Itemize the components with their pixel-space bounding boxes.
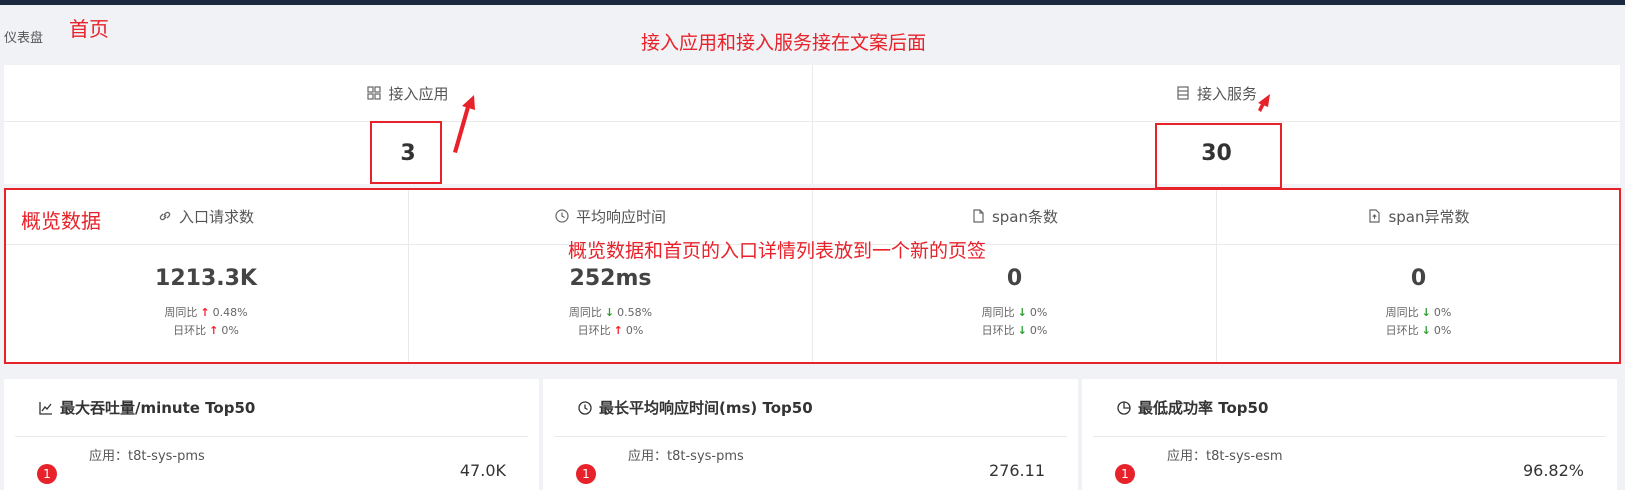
dod-value: 0%	[221, 324, 239, 337]
app-prefix: 应用：	[89, 449, 129, 464]
wow-label: 周同比	[568, 306, 602, 319]
app-prefix: 应用：	[1167, 449, 1207, 464]
app-name: 应用：t8t-sys-pms	[628, 445, 744, 464]
file-upload-icon	[1367, 209, 1381, 223]
wow-label: 周同比	[981, 306, 1015, 319]
wow-value: 0.58%	[617, 306, 653, 319]
apps-count[interactable]: 3	[4, 122, 812, 184]
rank-badge: 1	[37, 464, 57, 484]
list-item[interactable]: 1 应用：t8t-sys-pms 276.11	[543, 437, 1078, 487]
arrow-down-icon: ↓	[1017, 306, 1027, 319]
metric-value: 252ms	[569, 266, 652, 291]
metric-header: span异常数	[1217, 188, 1620, 245]
wow-label: 周同比	[1385, 306, 1419, 319]
card-title: 最低成功率 Top50	[1093, 379, 1606, 437]
app-prefix: 应用：	[628, 449, 668, 464]
dod-value: 0%	[625, 324, 644, 337]
dod-label: 日环比	[173, 324, 207, 337]
card-title-text: 最低成功率 Top50	[1138, 399, 1269, 417]
list-doc-icon	[1176, 86, 1190, 100]
top-success-rate-card: 最低成功率 Top50 1 应用：t8t-sys-esm 96.82%	[1082, 379, 1617, 490]
top-throughput-card: 最大吞吐量/minute Top50 1 应用：t8t-sys-pms 47.0…	[4, 379, 539, 490]
breadcrumb[interactable]: 仪表盘	[4, 27, 43, 46]
metric-comparison: 周同比 ↓ 0% 日环比 ↓ 0%	[1217, 304, 1620, 340]
app-value: t8t-sys-pms	[128, 449, 205, 464]
row-value: 276.11	[989, 461, 1045, 480]
arrow-up-icon: ↑	[200, 306, 210, 319]
dod-label: 日环比	[981, 324, 1015, 337]
pie-chart-icon	[1117, 400, 1131, 415]
card-title: 最大吞吐量/minute Top50	[15, 379, 528, 437]
card-title-text: 最长平均响应时间(ms) Top50	[599, 399, 813, 417]
apps-header: 接入应用	[4, 65, 812, 122]
arrow-down-icon: ↓	[1017, 324, 1027, 337]
apps-label: 接入应用	[388, 84, 449, 103]
card-title: 最长平均响应时间(ms) Top50	[554, 379, 1067, 437]
services-header: 接入服务	[812, 65, 1620, 122]
metric-label: span异常数	[1388, 207, 1470, 226]
annotation-tab-note: 概览数据和首页的入口详情列表放到一个新的页签	[568, 240, 987, 262]
top-header-bar	[0, 0, 1625, 5]
dod-label: 日环比	[577, 324, 611, 337]
app-value: t8t-sys-esm	[1206, 449, 1283, 464]
metric-comparison: 周同比 ↑ 0.48% 日环比 ↑ 0%	[4, 304, 408, 340]
app-name: 应用：t8t-sys-esm	[1167, 445, 1283, 464]
list-item[interactable]: 1 应用：t8t-sys-pms 47.0K	[4, 437, 539, 487]
metric-label: 入口请求数	[178, 207, 254, 226]
arrow-down-icon: ↓	[1421, 324, 1431, 337]
services-label: 接入服务	[1196, 84, 1257, 103]
arrow-down-icon: ↓	[1421, 306, 1431, 319]
dod-value: 0%	[1433, 324, 1452, 337]
rank-badge: 1	[1115, 464, 1135, 484]
rank-badge: 1	[576, 464, 596, 484]
clock-icon	[555, 209, 569, 223]
arrow-up-icon: ↑	[209, 324, 219, 337]
grid-icon	[367, 86, 382, 100]
list-item[interactable]: 1 应用：t8t-sys-esm 96.82%	[1082, 437, 1617, 487]
arrow-down-icon: ↓	[604, 306, 615, 319]
wow-value: 0%	[1433, 306, 1452, 319]
row-value: 96.82%	[1522, 461, 1584, 480]
app-value: t8t-sys-pms	[667, 449, 744, 464]
wow-value: 0%	[1029, 306, 1048, 319]
overview-metric-span-errors: span异常数 0 周同比 ↓ 0% 日环比 ↓ 0%	[1216, 188, 1620, 364]
row-value: 47.0K	[459, 461, 506, 480]
overview-metric-span-count: span条数 0 周同比 ↓ 0% 日环比 ↓ 0%	[812, 188, 1216, 364]
wow-label: 周同比	[164, 306, 198, 319]
card-title-text: 最大吞吐量/minute Top50	[60, 399, 256, 417]
clock-icon	[578, 400, 592, 415]
metric-comparison: 周同比 ↓ 0% 日环比 ↓ 0%	[813, 304, 1216, 340]
app-name: 应用：t8t-sys-pms	[89, 445, 205, 464]
metric-value: 0	[1006, 266, 1023, 291]
metric-label: 平均响应时间	[575, 207, 666, 226]
metric-value: 1213.3K	[155, 266, 257, 291]
link-icon	[158, 209, 172, 223]
arrow-up-icon: ↑	[613, 324, 623, 337]
file-icon	[971, 209, 985, 223]
metric-value: 0	[1410, 266, 1427, 291]
annotation-top-note: 接入应用和接入服务接在文案后面	[641, 32, 927, 54]
top-response-time-card: 最长平均响应时间(ms) Top50 1 应用：t8t-sys-pms 276.…	[543, 379, 1078, 490]
services-count[interactable]: 30	[812, 122, 1620, 184]
wow-value: 0.48%	[212, 306, 248, 319]
annotation-home: 首页	[69, 17, 109, 41]
annotation-overview-label: 概览数据	[21, 209, 101, 233]
overview-card: 入口请求数 1213.3K 周同比 ↑ 0.48% 日环比 ↑ 0% 平均响应时间 25…	[4, 188, 1620, 364]
line-chart-icon	[39, 401, 53, 415]
access-summary-card: 接入应用 接入服务 3 30	[4, 65, 1620, 184]
overview-metric-avg-response: 平均响应时间 252ms 周同比 ↓ 0.58% 日环比 ↑ 0%	[408, 188, 812, 364]
metric-comparison: 周同比 ↓ 0.58% 日环比 ↑ 0%	[409, 304, 812, 340]
dod-label: 日环比	[1385, 324, 1419, 337]
metric-label: span条数	[991, 207, 1059, 226]
dod-value: 0%	[1029, 324, 1048, 337]
